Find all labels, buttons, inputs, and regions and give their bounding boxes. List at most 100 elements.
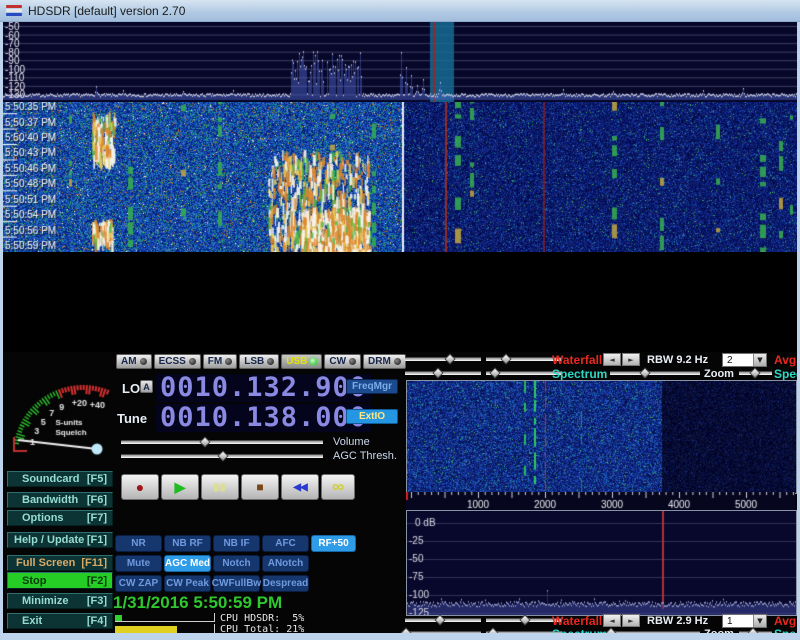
nr-button[interactable]: NR — [115, 535, 162, 552]
wf-contrast-slider[interactable] — [486, 353, 562, 366]
title-bar[interactable]: HDSDR [default] version 2.70 — [0, 0, 800, 22]
avg-top-label: Avg — [774, 353, 796, 367]
record-button[interactable]: ● — [121, 474, 159, 500]
control-panel: AM ECSS FM LSB USB CW DRM LO A 0010.132.… — [3, 352, 797, 633]
rbw-top-value: RBW 9.2 Hz — [647, 354, 708, 366]
avg-top-dropdown[interactable]: 2▼ — [722, 353, 767, 367]
ecss-led-icon — [189, 358, 196, 365]
spectrum-top-label: Spectrum — [552, 367, 607, 381]
agc-slider-thumb[interactable] — [217, 450, 228, 461]
play-button[interactable]: ▶ — [161, 474, 199, 500]
spec2-range-slider[interactable] — [486, 627, 562, 633]
stop-playback-button[interactable]: ■ — [241, 474, 279, 500]
volume-label: Volume — [333, 436, 370, 448]
audio-panel: Waterfall ◄ ► RBW 9.2 Hz 2▼ Avg Spectrum… — [400, 352, 797, 633]
loop-icon: ∞ — [332, 477, 344, 497]
audio-waterfall[interactable] — [406, 380, 797, 494]
mode-ecss-button[interactable]: ECSS — [154, 354, 201, 369]
mode-fm-button[interactable]: FM — [203, 354, 237, 369]
audio-frequency-scale[interactable] — [406, 492, 795, 510]
avg-bottom-dropdown[interactable]: 1▼ — [722, 614, 767, 628]
exit-button[interactable]: Exit[F4] — [7, 613, 113, 629]
wf-brightness-slider[interactable] — [405, 353, 481, 366]
cw-zap-button[interactable]: CW ZAP — [115, 575, 162, 592]
tune-frequency-display[interactable]: 0010.138.000 — [156, 404, 371, 432]
lo-label: LO — [122, 381, 140, 396]
zoom-top-label: Zoom — [704, 368, 734, 380]
wf2-contrast-slider[interactable] — [486, 614, 562, 627]
rbw-bottom-value: RBW 2.9 Hz — [647, 615, 708, 627]
cw-led-icon — [349, 358, 356, 365]
nb-if-button[interactable]: NB IF — [213, 535, 260, 552]
agc-threshold-slider[interactable] — [121, 450, 323, 463]
rewind-button[interactable]: ◀◀ — [281, 474, 319, 500]
mode-button-row: AM ECSS FM LSB USB CW DRM — [116, 354, 406, 369]
options-button[interactable]: Options[F7] — [7, 510, 113, 526]
spec2-gain-slider[interactable] — [405, 627, 481, 633]
cpu-total-bracket — [115, 624, 215, 633]
shift-left2-button[interactable]: ◄ — [603, 614, 621, 627]
datetime-display: 1/31/2016 5:50:59 PM — [113, 593, 282, 613]
avg-bottom-label: Avg — [774, 614, 796, 628]
stop-button[interactable]: Stop[F2] — [7, 572, 113, 589]
notch-button[interactable]: Notch — [213, 555, 260, 572]
full-screen-button[interactable]: Full Screen[F11] — [7, 555, 113, 571]
cw-peak-button[interactable]: CW Peak — [164, 575, 211, 592]
am-led-icon — [140, 358, 147, 365]
zoom-top-slider[interactable] — [610, 367, 700, 380]
speed-bottom-slider[interactable] — [739, 627, 772, 633]
soundcard-button[interactable]: Soundcard[F5] — [7, 471, 113, 487]
lo-frequency-display[interactable]: 0010.132.900 — [156, 374, 371, 402]
shift-right-button[interactable]: ► — [622, 353, 640, 366]
dropdown-arrow-icon[interactable]: ▼ — [753, 354, 766, 366]
cpu-total-text: CPU Total: 21% — [220, 624, 304, 633]
extio-button[interactable]: ExtIO — [346, 409, 398, 424]
play-icon: ▶ — [175, 479, 186, 496]
dropdown-arrow-icon[interactable]: ▼ — [753, 615, 766, 627]
mode-cw-button[interactable]: CW — [324, 354, 361, 369]
afc-button[interactable]: AFC — [262, 535, 309, 552]
hdsdr-window: HDSDR [default] version 2.70 AM ECSS FM … — [0, 0, 800, 640]
waterfall-bottom-label: Waterfall — [552, 614, 602, 628]
bandwidth-button[interactable]: Bandwidth[F6] — [7, 492, 113, 508]
spec-range-slider[interactable] — [486, 367, 562, 380]
volume-slider-thumb[interactable] — [199, 436, 210, 447]
anotch-button[interactable]: ANotch — [262, 555, 309, 572]
stop-icon: ■ — [256, 480, 263, 494]
mode-lsb-button[interactable]: LSB — [239, 354, 279, 369]
shift-right2-button[interactable]: ► — [622, 614, 640, 627]
speed-top-slider[interactable] — [739, 367, 772, 380]
spec-gain-slider[interactable] — [405, 367, 481, 380]
loop-button[interactable]: ∞ — [321, 474, 355, 500]
client-area: AM ECSS FM LSB USB CW DRM LO A 0010.132.… — [3, 22, 797, 633]
main-spectrum[interactable] — [3, 22, 797, 102]
mode-usb-button[interactable]: USB — [281, 354, 322, 369]
rf-gain-button[interactable]: RF+50 — [311, 535, 356, 552]
app-icon — [6, 5, 22, 17]
usb-led-icon — [310, 358, 317, 365]
pause-button[interactable]: ▮▮ — [201, 474, 239, 500]
shift-left-button[interactable]: ◄ — [603, 353, 621, 366]
agc-med-button[interactable]: AGC Med — [164, 555, 211, 572]
fm-led-icon — [225, 358, 232, 365]
freqmgr-button[interactable]: FreqMgr — [346, 379, 398, 394]
help-update-button[interactable]: Help / Update[F1] — [7, 532, 113, 548]
wf2-brightness-slider[interactable] — [405, 614, 481, 627]
despread-button[interactable]: Despread — [262, 575, 309, 592]
minimize-button[interactable]: Minimize[F3] — [7, 593, 113, 609]
cw-fullbw-button[interactable]: CWFullBw — [213, 575, 260, 592]
s-meter[interactable] — [5, 353, 115, 459]
speed-top-label: Spee — [774, 367, 797, 381]
mode-am-button[interactable]: AM — [116, 354, 152, 369]
lsb-led-icon — [267, 358, 274, 365]
audio-spectrum[interactable] — [406, 510, 797, 616]
tune-label: Tune — [117, 411, 147, 426]
lo-a-button[interactable]: A — [140, 380, 153, 393]
zoom-bottom-slider[interactable] — [610, 627, 700, 633]
cpu-hdsdr-text: CPU HDSDR: 5% — [220, 613, 304, 624]
mute-button[interactable]: Mute — [115, 555, 162, 572]
speed-bottom-label: Spee — [774, 627, 797, 633]
volume-slider[interactable] — [121, 436, 323, 449]
nb-rf-button[interactable]: NB RF — [164, 535, 211, 552]
record-icon: ● — [136, 479, 144, 495]
